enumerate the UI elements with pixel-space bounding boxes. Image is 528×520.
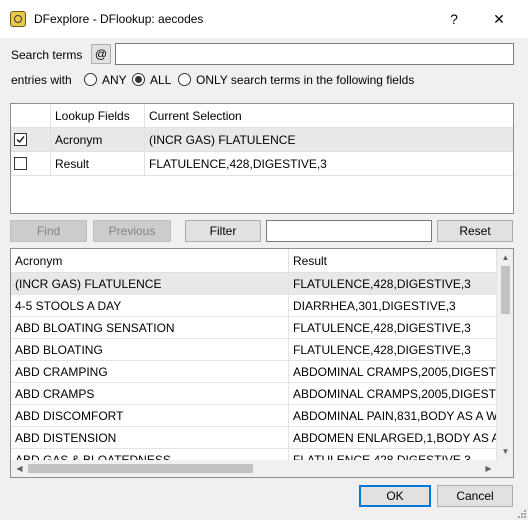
- reset-button[interactable]: Reset: [437, 220, 513, 242]
- radio-only-label: ONLY search terms in the following field…: [196, 73, 415, 87]
- scroll-up-icon[interactable]: ▲: [497, 249, 513, 266]
- table-row[interactable]: ABD DISTENSION ABDOMEN ENLARGED,1,BODY A…: [11, 427, 497, 449]
- acronym-cell: ABD CRAMPING: [11, 361, 289, 383]
- app-icon: [10, 11, 26, 27]
- scroll-right-icon[interactable]: ▶: [480, 460, 497, 477]
- vertical-scroll-thumb[interactable]: [501, 266, 510, 314]
- table-row: [11, 128, 51, 152]
- result-column-header[interactable]: Result: [289, 249, 497, 273]
- result-cell: FLATULENCE,428,DIGESTIVE,3: [289, 317, 497, 339]
- result-cell: FLATULENCE,428,DIGESTIVE,3: [289, 273, 497, 295]
- entries-with-label: entries with: [11, 73, 72, 87]
- acronym-cell: ABD BLOATING SENSATION: [11, 317, 289, 339]
- horizontal-scrollbar[interactable]: ◀ ▶: [11, 460, 497, 477]
- search-terms-label: Search terms: [11, 48, 83, 62]
- filter-input[interactable]: [266, 220, 432, 242]
- previous-button[interactable]: Previous: [93, 220, 171, 242]
- current-selection-result: FLATULENCE,428,DIGESTIVE,3: [145, 152, 513, 176]
- lookup-fields-header: Lookup Fields: [51, 104, 145, 128]
- vertical-scrollbar[interactable]: ▲ ▼: [497, 249, 513, 460]
- check-icon: [16, 136, 25, 144]
- table-row[interactable]: (INCR GAS) FLATULENCE FLATULENCE,428,DIG…: [11, 273, 497, 295]
- scrollbar-corner: [497, 460, 513, 477]
- title-bar: DFexplore - DFlookup: aecodes ? ✕: [0, 0, 528, 38]
- result-cell: ABDOMINAL PAIN,831,BODY AS A WHOLE,1: [289, 405, 497, 427]
- resize-grip-icon[interactable]: [516, 508, 526, 518]
- radio-any-label: ANY: [102, 73, 127, 87]
- table-row: [11, 152, 51, 176]
- table-row[interactable]: ABD BLOATING SENSATION FLATULENCE,428,DI…: [11, 317, 497, 339]
- table-row[interactable]: ABD CRAMPS ABDOMINAL CRAMPS,2005,DIGESTI…: [11, 383, 497, 405]
- lookup-fields-table: Lookup Fields Current Selection Acronym …: [10, 103, 514, 214]
- table-row[interactable]: 4-5 STOOLS A DAY DIARRHEA,301,DIGESTIVE,…: [11, 295, 497, 317]
- search-input[interactable]: [115, 43, 514, 65]
- cancel-button[interactable]: Cancel: [437, 485, 513, 507]
- acronym-column-header[interactable]: Acronym: [11, 249, 289, 273]
- close-button[interactable]: ✕: [483, 6, 515, 32]
- radio-all[interactable]: [132, 73, 145, 86]
- acronym-cell: ABD BLOATING: [11, 339, 289, 361]
- find-button[interactable]: Find: [10, 220, 87, 242]
- acronym-checkbox[interactable]: [14, 133, 27, 146]
- radio-only[interactable]: [178, 73, 191, 86]
- scroll-left-icon[interactable]: ◀: [11, 460, 28, 477]
- acronym-cell: ABD DISCOMFORT: [11, 405, 289, 427]
- result-checkbox[interactable]: [14, 157, 27, 170]
- current-selection-header: Current Selection: [145, 104, 513, 128]
- result-cell: ABDOMINAL CRAMPS,2005,DIGESTIVE,3: [289, 361, 497, 383]
- horizontal-scroll-thumb[interactable]: [28, 464, 253, 473]
- lookup-field-acronym: Acronym: [51, 128, 145, 152]
- acronym-cell: ABD DISTENSION: [11, 427, 289, 449]
- at-button[interactable]: @: [91, 44, 111, 64]
- acronym-cell: (INCR GAS) FLATULENCE: [11, 273, 289, 295]
- table-row[interactable]: ABD BLOATING FLATULENCE,428,DIGESTIVE,3: [11, 339, 497, 361]
- table-row[interactable]: ABD DISCOMFORT ABDOMINAL PAIN,831,BODY A…: [11, 405, 497, 427]
- results-table: Acronym Result (INCR GAS) FLATULENCE FLA…: [10, 248, 514, 478]
- filter-button[interactable]: Filter: [185, 220, 261, 242]
- scroll-down-icon[interactable]: ▼: [497, 443, 513, 460]
- radio-all-label: ALL: [150, 73, 172, 87]
- result-cell: ABDOMINAL CRAMPS,2005,DIGESTIVE,3: [289, 383, 497, 405]
- current-selection-acronym: (INCR GAS) FLATULENCE: [145, 128, 513, 152]
- acronym-cell: 4-5 STOOLS A DAY: [11, 295, 289, 317]
- result-cell: DIARRHEA,301,DIGESTIVE,3: [289, 295, 497, 317]
- window-title: DFexplore - DFlookup: aecodes: [34, 12, 204, 26]
- help-button[interactable]: ?: [438, 6, 470, 32]
- result-cell: FLATULENCE,428,DIGESTIVE,3: [289, 339, 497, 361]
- table-row[interactable]: ABD CRAMPING ABDOMINAL CRAMPS,2005,DIGES…: [11, 361, 497, 383]
- radio-any[interactable]: [84, 73, 97, 86]
- ok-button[interactable]: OK: [359, 485, 431, 507]
- result-cell: ABDOMEN ENLARGED,1,BODY AS A WHOLE,1: [289, 427, 497, 449]
- acronym-cell: ABD CRAMPS: [11, 383, 289, 405]
- lookup-field-result: Result: [51, 152, 145, 176]
- checkbox-column-header: [11, 104, 51, 128]
